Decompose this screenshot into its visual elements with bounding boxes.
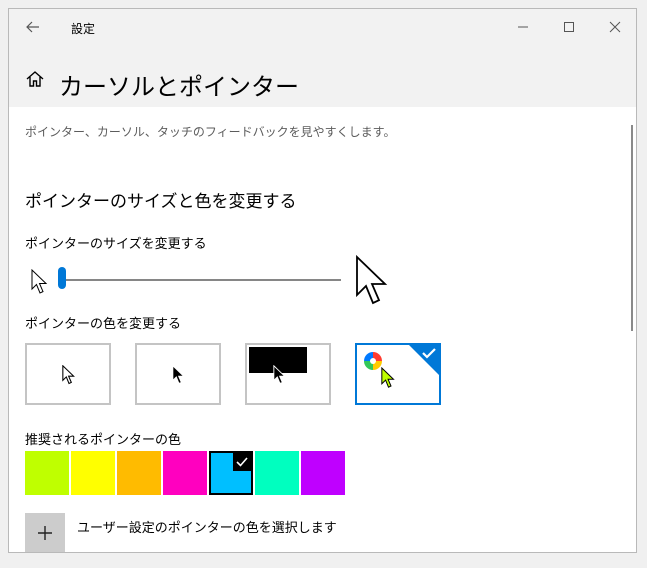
minimize-button[interactable]	[500, 9, 546, 45]
pointer-color-custom[interactable]	[355, 343, 441, 405]
add-custom-color-button[interactable]	[25, 513, 65, 552]
pointer-color-white[interactable]	[25, 343, 111, 405]
custom-cursor-icon	[381, 367, 395, 388]
section-heading: ポインターのサイズと色を変更する	[25, 192, 297, 212]
plus-icon	[38, 526, 52, 540]
color-swatch[interactable]	[255, 451, 299, 495]
pointer-color-black[interactable]	[135, 343, 221, 405]
black-cursor-icon	[172, 365, 185, 385]
close-button[interactable]	[592, 9, 636, 45]
color-swatch[interactable]	[71, 451, 115, 495]
color-swatch[interactable]	[117, 451, 161, 495]
close-icon	[609, 21, 621, 33]
inverted-cursor-icon	[273, 365, 286, 385]
large-cursor-icon	[356, 255, 388, 305]
white-cursor-icon	[62, 365, 75, 385]
recommended-colors-label: 推奨されるポインターの色	[25, 433, 182, 448]
minimize-icon	[518, 26, 528, 28]
content-area: ポインター、カーソル、タッチのフィードバックを見やすくします。 ポインターのサイ…	[9, 107, 636, 552]
window-title: 設定	[71, 22, 96, 36]
page-description: ポインター、カーソル、タッチのフィードバックを見やすくします。	[25, 125, 396, 139]
size-slider-thumb[interactable]	[58, 267, 66, 289]
title-bar: 設定	[9, 9, 636, 45]
color-swatch[interactable]	[25, 451, 69, 495]
selected-check-badge-icon	[409, 345, 439, 375]
color-swatch[interactable]	[301, 451, 345, 495]
back-arrow-icon	[26, 21, 39, 33]
color-swatch[interactable]	[209, 451, 253, 495]
add-custom-color-label: ユーザー設定のポインターの色を選択します	[77, 521, 337, 536]
back-button[interactable]	[21, 15, 45, 39]
small-cursor-icon	[31, 269, 48, 294]
pointer-color-inverted[interactable]	[245, 343, 331, 405]
size-label: ポインターのサイズを変更する	[25, 237, 207, 252]
page-header: カーソルとポインター	[9, 45, 636, 107]
maximize-button[interactable]	[546, 9, 592, 45]
maximize-icon	[564, 22, 574, 32]
color-swatch[interactable]	[163, 451, 207, 495]
color-wheel-icon	[364, 352, 382, 370]
check-icon	[233, 453, 251, 471]
settings-window: 設定 カーソルとポインター ポインター、カーソル、タッチのフィードバックを見やす…	[8, 8, 637, 553]
vertical-scrollbar[interactable]	[631, 125, 633, 331]
home-icon[interactable]	[25, 69, 45, 89]
size-slider-track[interactable]	[63, 279, 341, 281]
page-title: カーソルとポインター	[59, 73, 299, 101]
color-label: ポインターの色を変更する	[25, 317, 182, 332]
